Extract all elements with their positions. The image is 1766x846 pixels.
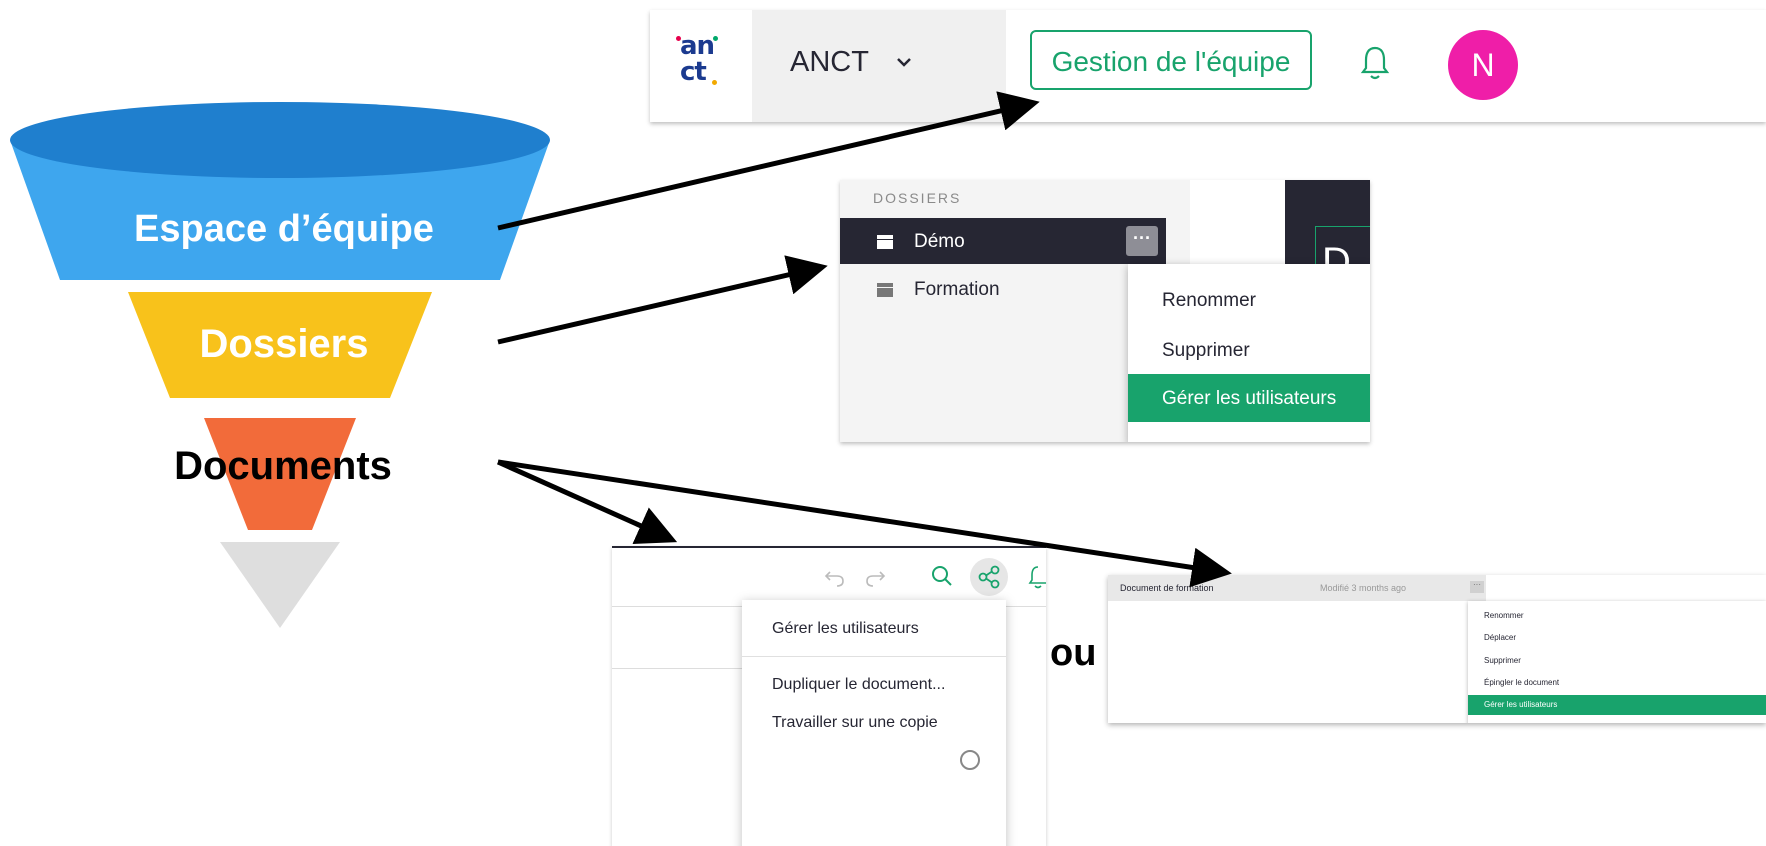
logo-text-bottom: ct	[680, 57, 707, 87]
logo-dot	[712, 80, 717, 85]
folders-panel: DOSSIERS Démo ··· Formation D Renommer S…	[840, 180, 1370, 442]
funnel-top-rim	[10, 102, 550, 178]
menu-item-manage-users[interactable]: Gérer les utilisateurs	[772, 620, 919, 638]
redo-icon[interactable]	[864, 566, 886, 588]
funnel-tip	[220, 542, 340, 628]
folders-header: DOSSIERS	[873, 190, 962, 206]
menu-separator	[742, 656, 1006, 657]
bell-icon[interactable]	[1360, 44, 1390, 82]
funnel-diagram	[10, 102, 550, 628]
info-icon[interactable]	[960, 750, 980, 770]
menu-item-duplicate[interactable]: Dupliquer le document...	[772, 676, 945, 694]
menu-item-label: Renommer	[1162, 290, 1256, 311]
chevron-down-icon	[897, 58, 911, 67]
or-connector: ou	[1050, 632, 1097, 674]
menu-item-manage-users[interactable]: Gérer les utilisateurs	[1468, 695, 1766, 715]
logo-text-top: an	[680, 31, 715, 61]
user-avatar[interactable]: N	[1448, 30, 1518, 100]
menu-item-label: Gérer les utilisateurs	[1162, 388, 1337, 409]
funnel-label-dossiers: Dossiers	[199, 322, 369, 366]
document-context-menu: Renommer Déplacer Supprimer Épingler le …	[1468, 601, 1766, 723]
menu-item-manage-users[interactable]: Gérer les utilisateurs	[1128, 374, 1370, 422]
folder-icon	[877, 283, 893, 297]
menu-item-label: Supprimer	[1162, 340, 1250, 361]
share-icon	[978, 565, 1000, 589]
document-modified: Modifié 3 months ago	[1320, 583, 1407, 593]
document-name: Document de formation	[1120, 583, 1214, 593]
folder-label: Démo	[914, 231, 965, 252]
menu-item-pin[interactable]: Épingler le document	[1484, 678, 1559, 687]
menu-item-delete[interactable]: Supprimer	[1128, 326, 1370, 374]
folder-icon	[877, 235, 893, 249]
menu-item-rename[interactable]: Renommer	[1484, 611, 1524, 620]
team-management-button[interactable]: Gestion de l'équipe	[1030, 30, 1312, 90]
search-icon[interactable]	[930, 564, 954, 588]
folder-context-menu: Renommer Supprimer Gérer les utilisateur…	[1128, 264, 1370, 442]
funnel-label-espace: Espace d’équipe	[134, 208, 434, 250]
document-toolbar-panel: Gérer les utilisateurs Dupliquer le docu…	[612, 546, 1046, 846]
more-options-button[interactable]: ···	[1126, 226, 1158, 256]
document-row[interactable]: Document de formation Modifié 3 months a…	[1108, 575, 1486, 601]
menu-item-delete[interactable]: Supprimer	[1484, 656, 1521, 665]
org-name: ANCT	[790, 46, 869, 78]
folder-item-demo[interactable]: Démo ···	[840, 218, 1166, 264]
anct-logo[interactable]: an ct	[650, 10, 752, 122]
undo-icon[interactable]	[824, 566, 846, 588]
org-switcher[interactable]: ANCT	[752, 10, 1006, 122]
menu-item-label: Gérer les utilisateurs	[1484, 700, 1558, 709]
share-button[interactable]	[970, 558, 1008, 596]
folder-item-formation[interactable]: Formation	[840, 266, 1170, 312]
funnel-label-documents: Documents	[174, 444, 392, 488]
divider	[612, 668, 742, 669]
document-list-panel: Document de formation Modifié 3 months a…	[1108, 575, 1766, 723]
menu-item-rename[interactable]: Renommer	[1128, 276, 1370, 324]
folder-label: Formation	[914, 279, 1000, 300]
menu-item-work-on-copy[interactable]: Travailler sur une copie	[772, 714, 938, 732]
more-options-button[interactable]: ···	[1470, 581, 1484, 593]
app-header: an ct ANCT Gestion de l'équipe N	[650, 10, 1766, 122]
document-share-menu: Gérer les utilisateurs Dupliquer le docu…	[742, 600, 1006, 846]
bell-icon[interactable]	[1028, 564, 1046, 590]
menu-item-move[interactable]: Déplacer	[1484, 633, 1516, 642]
